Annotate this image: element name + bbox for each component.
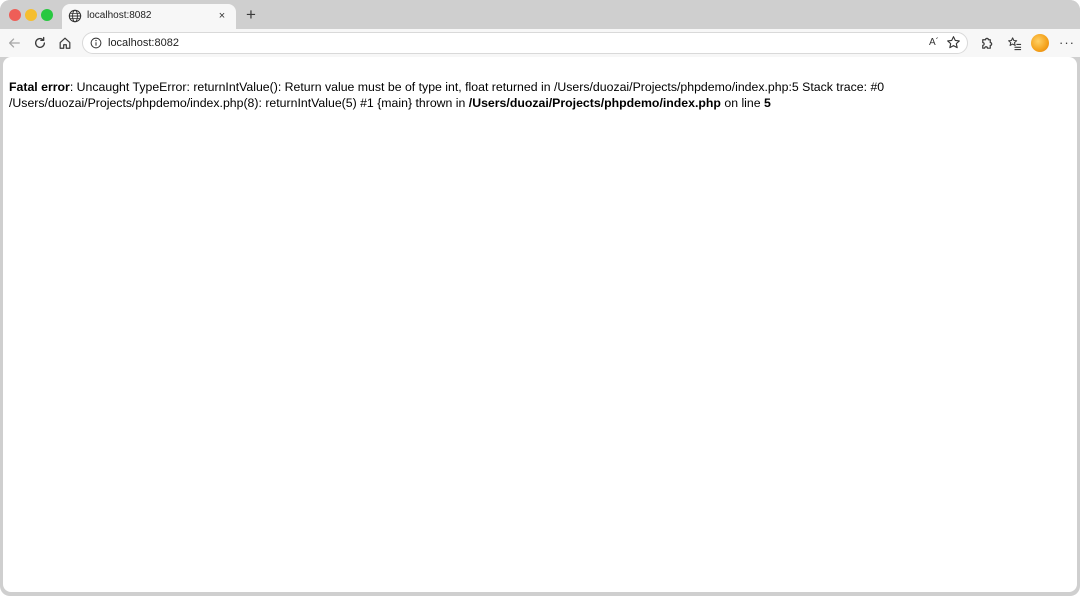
maximize-window-button[interactable] [41, 9, 53, 21]
favorite-star-icon[interactable] [946, 35, 961, 50]
close-window-button[interactable] [9, 9, 21, 21]
close-tab-icon[interactable]: × [215, 9, 229, 23]
minimize-window-button[interactable] [25, 9, 37, 21]
info-icon[interactable] [90, 37, 102, 49]
address-url[interactable]: localhost:8082 [108, 37, 179, 50]
favorites-button[interactable] [1005, 34, 1023, 52]
page-content: Fatal error: Uncaught TypeError: returnI… [3, 57, 1077, 592]
reload-icon [34, 36, 46, 48]
arrow-left-icon [8, 38, 20, 48]
error-label: Fatal error [9, 80, 70, 94]
new-tab-button[interactable]: + [242, 6, 260, 24]
tab-strip: localhost:8082 × + [0, 0, 1080, 29]
read-aloud-icon[interactable]: A´ [929, 36, 939, 50]
tab-title: localhost:8082 [87, 10, 152, 21]
error-line-number: 5 [764, 96, 771, 110]
browser-window: localhost:8082 × + localhost:8082 A´ ···… [0, 0, 1080, 596]
php-fatal-error: Fatal error: Uncaught TypeError: returnI… [9, 79, 889, 111]
address-bar[interactable]: localhost:8082 A´ [82, 32, 968, 54]
more-menu-button[interactable]: ··· [1058, 34, 1076, 52]
on-line-text: on line [720, 96, 765, 110]
reload-button[interactable] [31, 34, 49, 52]
extensions-button[interactable] [977, 34, 995, 52]
favorites-list-icon [1007, 36, 1021, 50]
tab-localhost[interactable]: localhost:8082 × [62, 4, 236, 29]
profile-avatar[interactable] [1031, 34, 1049, 52]
back-button[interactable] [5, 34, 23, 52]
home-icon [59, 37, 71, 49]
browser-toolbar: localhost:8082 A´ ··· [0, 29, 1080, 57]
puzzle-icon [981, 37, 992, 49]
globe-icon [68, 9, 82, 23]
error-file: /Users/duozai/Projects/phpdemo/index.php [468, 96, 721, 110]
home-button[interactable] [56, 34, 74, 52]
